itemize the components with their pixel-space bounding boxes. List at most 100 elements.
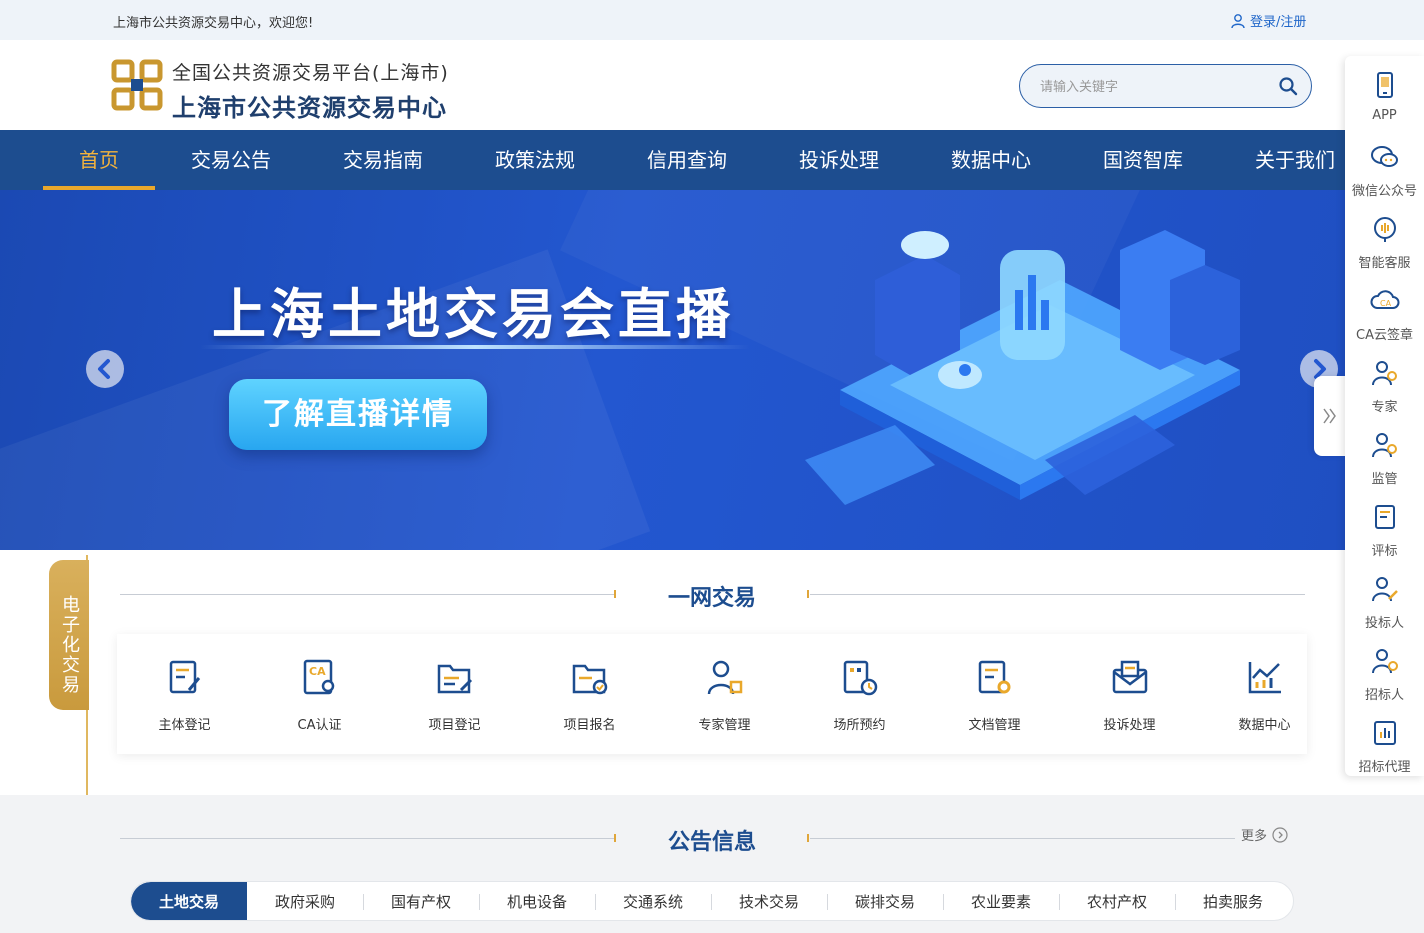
rightbar-item-wechat[interactable]: 微信公众号 <box>1345 132 1424 204</box>
login-label: 登录/注册 <box>1250 15 1307 30</box>
rightbar-label: 招标人 <box>1364 688 1404 703</box>
rightbar-item-evaluation[interactable]: 评标 <box>1345 492 1424 564</box>
rightbar-label: CA云签章 <box>1356 328 1413 343</box>
service-label: 场所预约 <box>833 718 886 733</box>
mobile-phone-icon <box>1377 72 1393 98</box>
tab-rural-property[interactable]: 农村产权 <box>1059 882 1175 920</box>
banner-divider <box>200 345 750 349</box>
tab-land-trading[interactable]: 土地交易 <box>131 882 247 920</box>
expert-management-icon <box>707 660 743 695</box>
service-project-registration[interactable]: 项目登记 <box>387 634 522 754</box>
nav-item-guide[interactable]: 交易指南 <box>327 130 439 190</box>
document-gear-icon <box>978 660 1011 694</box>
service-data-center[interactable]: 数据中心 <box>1197 634 1332 754</box>
site-title[interactable]: 上海市公共资源交易中心 <box>172 88 447 123</box>
user-icon <box>1231 13 1245 28</box>
banner-details-button[interactable]: 了解直播详情 <box>229 379 487 450</box>
rightbar-item-agency[interactable]: 招标代理 <box>1345 708 1424 780</box>
site-subtitle: 全国公共资源交易平台(上海市) <box>172 62 449 84</box>
search-icon[interactable] <box>1277 75 1299 97</box>
rightbar-item-bidder[interactable]: 投标人 <box>1345 564 1424 636</box>
search-box <box>1019 64 1312 108</box>
rightbar-item-supervision[interactable]: 监管 <box>1345 420 1424 492</box>
top-bar: 上海市公共资源交易中心，欢迎您! 登录/注册 <box>0 0 1424 40</box>
service-label: 数据中心 <box>1238 718 1291 733</box>
rightbar-item-expert[interactable]: 专家 <box>1345 348 1424 420</box>
rightbar-label: 微信公众号 <box>1351 184 1417 199</box>
nav-item-credit[interactable]: 信用查询 <box>631 130 743 190</box>
banner-prev-button[interactable] <box>86 350 124 388</box>
service-expert-management[interactable]: 专家管理 <box>657 634 792 754</box>
nav-item-home[interactable]: 首页 <box>43 130 155 190</box>
rightbar-item-service[interactable]: 智能客服 <box>1345 204 1424 276</box>
rightbar-label: 智能客服 <box>1358 256 1411 271</box>
service-complaint-handling[interactable]: 投诉处理 <box>1062 634 1197 754</box>
chevron-left-icon <box>98 359 110 379</box>
main-nav: 首页 交易公告 交易指南 政策法规 信用查询 投诉处理 数据中心 国资智库 关于… <box>0 130 1345 190</box>
service-document-management[interactable]: 文档管理 <box>927 634 1062 754</box>
site-header: 全国公共资源交易平台(上海市) 上海市公共资源交易中心 <box>0 40 1424 130</box>
nav-item-policy[interactable]: 政策法规 <box>479 130 591 190</box>
rightbar-label: 监管 <box>1371 472 1398 487</box>
rightbar-item-app[interactable]: APP <box>1345 60 1424 132</box>
expert-icon <box>1372 361 1397 386</box>
wechat-icon <box>1371 146 1398 167</box>
rightbar-item-ca-seal[interactable]: CA CA云签章 <box>1345 276 1424 348</box>
tab-agriculture[interactable]: 农业要素 <box>943 882 1059 920</box>
service-label: 专家管理 <box>698 718 751 733</box>
rightbar-item-tenderer[interactable]: 招标人 <box>1345 636 1424 708</box>
nav-item-announcements[interactable]: 交易公告 <box>175 130 287 190</box>
tab-state-property[interactable]: 国有产权 <box>363 882 479 920</box>
tab-auction[interactable]: 拍卖服务 <box>1175 882 1291 920</box>
bidder-icon <box>1372 577 1398 602</box>
bar-chart-icon <box>1248 662 1281 694</box>
venue-clock-icon <box>843 660 878 696</box>
collapse-sidebar-button[interactable] <box>1314 376 1346 456</box>
services-card: 主体登记 CA CA认证 项目登记 项目报名 专家管理 场所预约 文档管理 投诉… <box>117 634 1307 754</box>
banner-title: 上海土地交易会直播 <box>212 283 734 346</box>
service-label: CA认证 <box>297 718 342 733</box>
logo-icon[interactable] <box>111 59 163 111</box>
hero-banner[interactable]: 上海土地交易会直播 了解直播详情 <box>0 190 1345 550</box>
svg-text:CA: CA <box>1380 299 1392 308</box>
notice-tabs: 土地交易 政府采购 国有产权 机电设备 交通系统 技术交易 碳排交易 农业要素 … <box>130 881 1294 921</box>
tab-carbon[interactable]: 碳排交易 <box>827 882 943 920</box>
cloud-ca-icon: CA <box>1370 290 1400 309</box>
rightbar-label: 招标代理 <box>1358 760 1411 775</box>
login-register-link[interactable]: 登录/注册 <box>1230 11 1306 30</box>
service-project-signup[interactable]: 项目报名 <box>522 634 657 754</box>
nav-item-think-tank[interactable]: 国资智库 <box>1087 130 1199 190</box>
nav-item-data-center[interactable]: 数据中心 <box>935 130 1047 190</box>
banner-illustration <box>805 230 1240 505</box>
service-entity-registration[interactable]: 主体登记 <box>117 634 252 754</box>
tab-gov-procurement[interactable]: 政府采购 <box>247 882 363 920</box>
document-edit-icon <box>1375 505 1395 529</box>
more-link[interactable]: 更多 <box>1241 825 1288 844</box>
headset-icon <box>1374 217 1396 242</box>
supervisor-icon <box>1372 433 1397 458</box>
nav-item-about[interactable]: 关于我们 <box>1239 130 1351 190</box>
welcome-text: 上海市公共资源交易中心，欢迎您! <box>113 16 314 31</box>
chevron-circle-right-icon <box>1272 826 1288 843</box>
section-heading-trading: 一网交易 <box>120 580 1305 611</box>
tenderer-icon <box>1372 649 1398 674</box>
section-title: 公告信息 <box>667 830 756 855</box>
nav-item-complaints[interactable]: 投诉处理 <box>783 130 895 190</box>
double-chevron-right-icon <box>1323 408 1336 424</box>
svg-text:CA: CA <box>309 665 326 678</box>
section-heading-notices: 公告信息 <box>120 824 1235 855</box>
service-label: 项目报名 <box>563 718 616 733</box>
service-venue-booking[interactable]: 场所预约 <box>792 634 927 754</box>
envelope-icon <box>1112 660 1148 694</box>
tab-transport[interactable]: 交通系统 <box>595 882 711 920</box>
service-label: 项目登记 <box>428 718 481 733</box>
tab-technology[interactable]: 技术交易 <box>711 882 827 920</box>
document-pen-icon <box>169 660 201 694</box>
section-title: 一网交易 <box>667 586 756 611</box>
electronic-trading-tab[interactable]: 电子化交易 <box>49 560 89 710</box>
search-input[interactable] <box>1040 76 1260 98</box>
tab-electromechanical[interactable]: 机电设备 <box>479 882 595 920</box>
service-label: 主体登记 <box>158 718 211 733</box>
service-ca-certification[interactable]: CA CA认证 <box>252 634 387 754</box>
more-label: 更多 <box>1241 829 1268 844</box>
